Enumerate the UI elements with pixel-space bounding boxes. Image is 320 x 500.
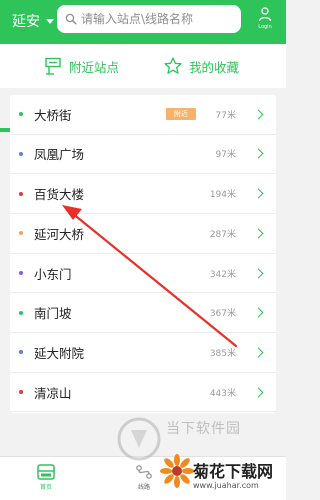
station-list: 大桥街 附近 77米凤凰广场 97米百货大楼 194米延河大桥 287米小东门 342米南门… [10, 95, 276, 413]
station-distance: 287米 [209, 229, 236, 240]
station-name: 南门坡 [34, 306, 72, 322]
station-distance: 367米 [209, 309, 236, 320]
tab-nearby-label: 附近站点 [69, 59, 120, 75]
station-distance: 97米 [215, 150, 236, 161]
chevron-right-icon [253, 307, 264, 318]
chevron-right-icon [253, 148, 264, 159]
station-name: 小东门 [34, 266, 72, 282]
tab-favorites-label: 我的收藏 [189, 59, 240, 75]
star-icon [164, 57, 182, 74]
chevron-right-icon [253, 268, 264, 278]
station-distance: 385米 [209, 348, 236, 359]
bottom-tab-bar: 首页 线路 [0, 456, 286, 500]
chevron-right-icon [253, 109, 264, 120]
station-row[interactable]: 凤凰广场 97米 [10, 135, 276, 175]
line-color-dot [19, 112, 23, 117]
nearby-badge: 附近 [166, 108, 196, 121]
station-distance: 77米 [215, 110, 236, 121]
line-color-dot [19, 350, 23, 355]
chevron-right-icon [253, 188, 264, 199]
tabbar-routes[interactable]: 线路 [114, 457, 174, 500]
station-name: 延大附院 [34, 345, 85, 361]
chevron-right-icon [253, 387, 264, 398]
user-icon [258, 7, 272, 22]
station-distance: 342米 [209, 269, 236, 280]
tab-favorites[interactable]: 我的收藏 [163, 44, 239, 88]
tab-nearby-stations[interactable]: 附近站点 [43, 44, 119, 88]
station-distance: 443米 [209, 388, 236, 399]
station-name: 凤凰广场 [34, 147, 85, 163]
search-icon [65, 13, 77, 25]
caret-down-icon [46, 18, 54, 24]
city-label: 延安 [12, 14, 40, 30]
line-color-dot [19, 231, 23, 236]
tabbar-routes-label: 线路 [137, 484, 150, 491]
station-row[interactable]: 百货大楼 194米 [10, 174, 276, 214]
station-row[interactable]: 延大附院 385米 [10, 333, 276, 373]
station-name: 延河大桥 [34, 226, 85, 242]
chevron-right-icon [253, 347, 264, 358]
station-row[interactable]: 清凉山 443米 [10, 373, 276, 413]
line-color-dot [19, 310, 23, 315]
station-name: 清凉山 [34, 385, 72, 401]
tab-bar: 附近站点 我的收藏 [0, 44, 286, 132]
route-icon [136, 465, 152, 479]
station-distance: 194米 [209, 190, 236, 201]
line-color-dot [19, 271, 23, 276]
login-button[interactable]: Login [252, 6, 278, 36]
search-input[interactable] [81, 12, 241, 26]
home-screen-icon [37, 464, 55, 480]
tabbar-home[interactable]: 首页 [16, 457, 76, 500]
station-row[interactable]: 小东门 342米 [10, 254, 276, 294]
line-color-dot [19, 151, 23, 156]
station-name: 百货大楼 [34, 187, 85, 203]
station-name: 大桥街 [34, 107, 72, 123]
station-row[interactable]: 大桥街 附近 77米 [10, 95, 276, 135]
city-selector[interactable]: 延安 [12, 11, 54, 31]
line-color-dot [19, 191, 23, 196]
top-bar: 延安 Login [0, 0, 286, 44]
watermark-text-1: 当下软件园 [166, 421, 241, 437]
station-row[interactable]: 延河大桥 287米 [10, 214, 276, 254]
bus-stop-icon [45, 57, 61, 75]
tabbar-home-label: 首页 [39, 484, 52, 491]
line-color-dot [19, 390, 23, 395]
search-box[interactable] [57, 5, 241, 33]
chevron-right-icon [253, 228, 264, 239]
station-row[interactable]: 南门坡 367米 [10, 294, 276, 333]
login-label: Login [258, 24, 272, 30]
